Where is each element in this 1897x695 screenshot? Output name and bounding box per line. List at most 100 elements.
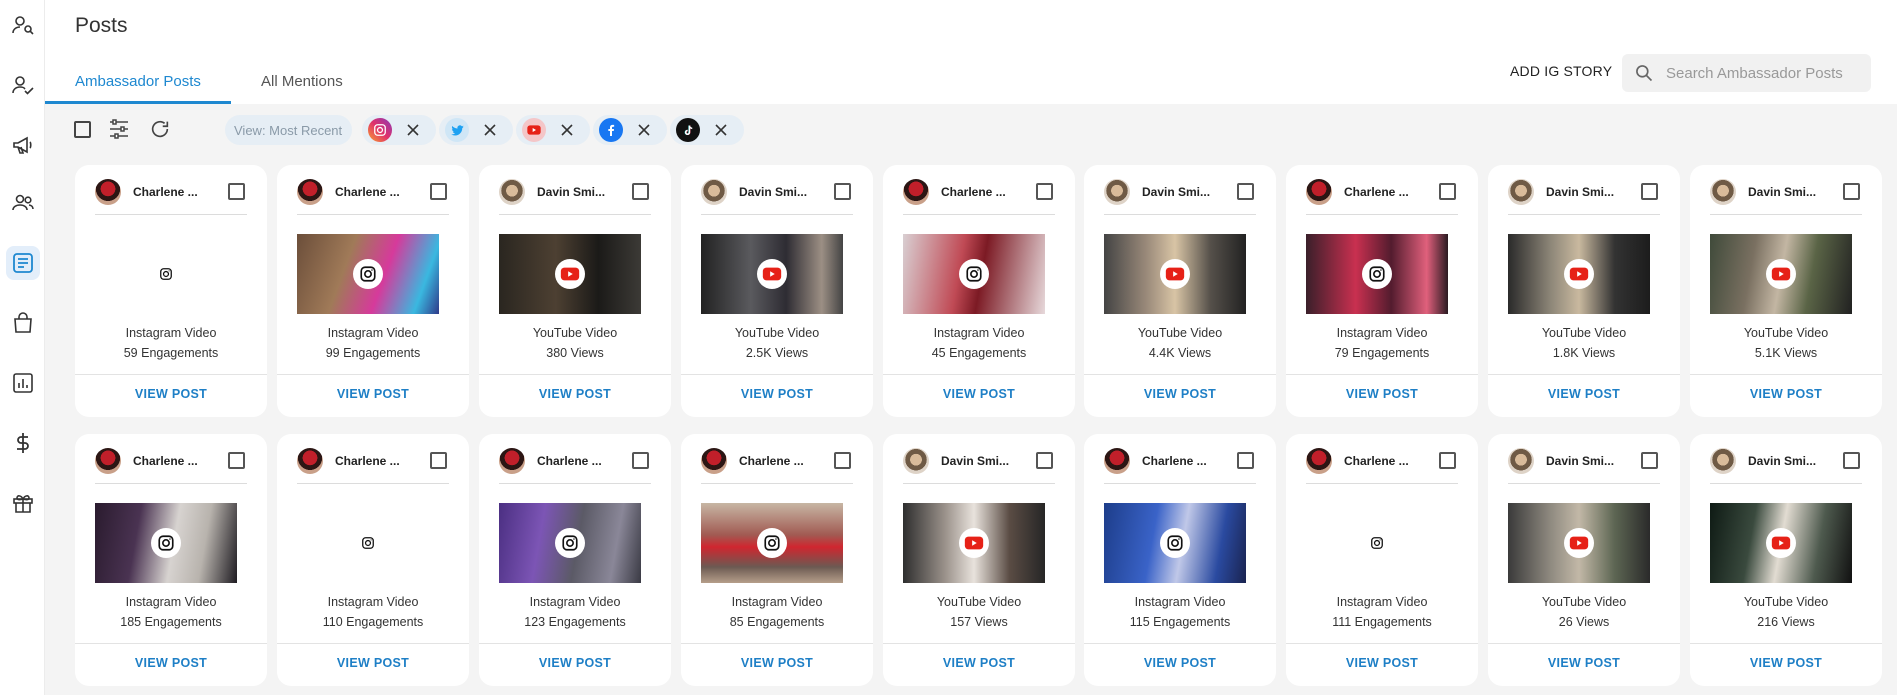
post-select-checkbox[interactable] [834,452,851,469]
post-thumbnail[interactable] [1104,234,1246,314]
dollar-icon[interactable] [6,426,40,460]
view-post-button[interactable]: VIEW POST [1488,656,1680,670]
filter-chip-instagram[interactable] [362,115,436,145]
filter-chip-tiktok[interactable] [670,115,744,145]
add-ig-story-button[interactable]: ADD IG STORY [1510,63,1612,79]
post-metric: 4.4K Views [1148,346,1212,360]
post-select-checkbox[interactable] [1237,452,1254,469]
post-thumbnail[interactable] [297,234,439,314]
post-thumbnail[interactable] [1710,503,1852,583]
post-select-checkbox[interactable] [1843,452,1860,469]
post-thumbnail[interactable] [903,234,1045,314]
post-select-checkbox[interactable] [430,452,447,469]
filter-chip-youtube[interactable] [516,115,590,145]
instagram-badge [959,259,989,289]
view-post-button[interactable]: VIEW POST [75,387,267,401]
post-select-checkbox[interactable] [632,452,649,469]
post-select-checkbox[interactable] [1843,183,1860,200]
post-card: Charlene ... Instagram Video 111 Engagem… [1286,434,1478,686]
post-thumbnail[interactable] [701,234,843,314]
select-all-checkbox[interactable] [69,116,95,142]
view-post-button[interactable]: VIEW POST [1084,387,1276,401]
post-thumbnail[interactable] [499,234,641,314]
divider [1690,374,1882,375]
posts-icon[interactable] [6,246,40,280]
post-select-checkbox[interactable] [228,183,245,200]
author-name: Charlene ... [1344,454,1409,468]
post-select-checkbox[interactable] [1036,452,1053,469]
post-thumbnail[interactable] [1508,234,1650,314]
search-box[interactable] [1622,54,1871,92]
post-select-checkbox[interactable] [1237,183,1254,200]
bar-chart-icon[interactable] [6,366,40,400]
close-icon[interactable] [560,123,574,137]
view-post-button[interactable]: VIEW POST [681,656,873,670]
view-post-button[interactable]: VIEW POST [1286,656,1478,670]
post-select-checkbox[interactable] [1439,452,1456,469]
post-select-checkbox[interactable] [228,452,245,469]
view-post-button[interactable]: VIEW POST [1488,387,1680,401]
author-name: Davin Smi... [739,185,808,199]
view-post-button[interactable]: VIEW POST [883,656,1075,670]
tab-ambassador-posts[interactable]: Ambassador Posts [75,73,201,90]
post-select-checkbox[interactable] [1036,183,1053,200]
post-card: Charlene ... Instagram Video 110 Engagem… [277,434,469,686]
youtube-badge [1766,259,1796,289]
divider [1710,483,1862,484]
refresh-icon[interactable] [147,116,173,142]
post-thumbnail[interactable] [499,503,641,583]
view-post-button[interactable]: VIEW POST [277,656,469,670]
search-input[interactable] [1666,64,1866,82]
tab-all-mentions[interactable]: All Mentions [261,73,343,90]
close-icon[interactable] [637,123,651,137]
instagram-icon [360,266,376,282]
post-thumbnail[interactable] [903,503,1045,583]
post-thumbnail[interactable] [1710,234,1852,314]
post-select-checkbox[interactable] [1439,183,1456,200]
view-post-button[interactable]: VIEW POST [681,387,873,401]
post-select-checkbox[interactable] [834,183,851,200]
divider [1690,643,1882,644]
avatar [95,448,121,474]
post-type: Instagram Video [125,326,217,340]
view-post-button[interactable]: VIEW POST [883,387,1075,401]
user-check-icon[interactable] [6,68,40,102]
view-post-button[interactable]: VIEW POST [1690,656,1882,670]
author-name: Charlene ... [133,185,198,199]
post-select-checkbox[interactable] [1641,183,1658,200]
view-post-button[interactable]: VIEW POST [1084,656,1276,670]
post-thumbnail[interactable] [95,503,237,583]
view-mode-chip[interactable]: View: Most Recent [225,115,352,145]
close-icon[interactable] [483,123,497,137]
post-type: YouTube Video [1541,326,1627,340]
close-icon[interactable] [406,123,420,137]
view-post-button[interactable]: VIEW POST [1286,387,1478,401]
filter-chip-twitter[interactable] [439,115,513,145]
gift-icon[interactable] [6,486,40,520]
post-select-checkbox[interactable] [1641,452,1658,469]
post-card-header: Davin Smi... [1104,177,1256,207]
view-post-button[interactable]: VIEW POST [277,387,469,401]
post-card-header: Charlene ... [499,446,651,476]
post-thumbnail[interactable] [1306,234,1448,314]
post-thumbnail-placeholder[interactable] [95,234,237,314]
close-icon[interactable] [714,123,728,137]
view-post-button[interactable]: VIEW POST [479,656,671,670]
user-search-icon[interactable] [6,8,40,42]
view-post-button[interactable]: VIEW POST [1690,387,1882,401]
filter-sliders-icon[interactable] [106,116,132,142]
users-icon[interactable] [6,186,40,220]
post-thumbnail[interactable] [701,503,843,583]
post-select-checkbox[interactable] [632,183,649,200]
post-thumbnail-placeholder[interactable] [1306,503,1448,583]
post-thumbnail[interactable] [1508,503,1650,583]
view-post-button[interactable]: VIEW POST [75,656,267,670]
megaphone-icon[interactable] [6,128,40,162]
filter-chip-facebook[interactable] [593,115,667,145]
view-post-button[interactable]: VIEW POST [479,387,671,401]
post-select-checkbox[interactable] [430,183,447,200]
instagram-logo-icon [368,118,392,142]
shopping-bag-icon[interactable] [6,306,40,340]
post-thumbnail[interactable] [1104,503,1246,583]
post-thumbnail-placeholder[interactable] [297,503,439,583]
